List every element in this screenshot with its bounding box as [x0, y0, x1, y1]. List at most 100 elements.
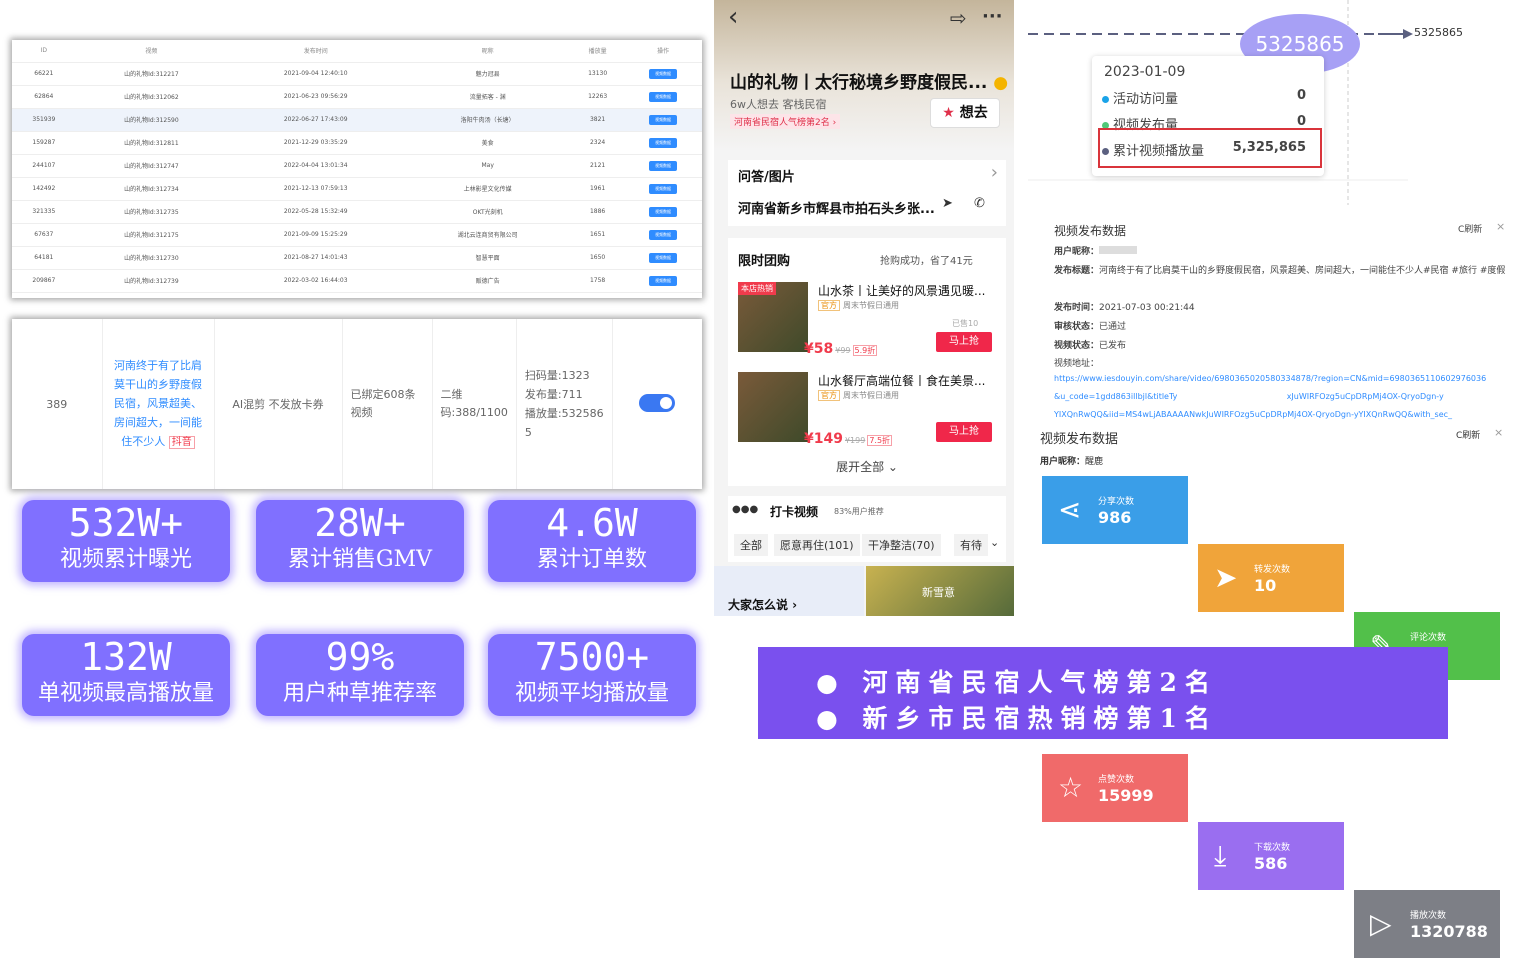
table-cell: OKT光刻机 — [404, 200, 572, 224]
table-cell: 山的礼物Id:312735 — [75, 200, 228, 224]
navigate-icon[interactable]: ➤ — [942, 196, 953, 211]
play-count: 播放量:5325865 — [524, 407, 604, 439]
checkin-title[interactable]: 打卡视频 — [770, 503, 818, 520]
qa-label[interactable]: 问答/图片 — [738, 166, 795, 185]
addr-label: 视频地址： — [1054, 359, 1100, 369]
deal-name: 山水茶丨让美好的风景遇见暖... — [818, 284, 986, 298]
table-cell: 2021-09-09 15:25:29 — [227, 223, 405, 247]
campaign-toggle[interactable] — [639, 393, 676, 412]
filter-tab[interactable]: 全部 — [734, 534, 768, 556]
video-data-button[interactable]: 视频数据 — [649, 252, 678, 263]
video-data-button[interactable]: 视频数据 — [649, 183, 678, 194]
table-cell: 2021-12-13 07:59:13 — [227, 177, 405, 201]
tile-value: 1320788 — [1410, 922, 1488, 941]
banner-line-2: ● 新乡市民宿热销榜第1名 — [816, 704, 1218, 733]
buy-button[interactable]: 马上抢 — [936, 332, 992, 352]
videostate-label: 视频状态： — [1054, 341, 1100, 351]
back-icon[interactable]: ‹ — [728, 2, 738, 32]
deal-item[interactable]: 本店热销 山水茶丨让美好的风景遇见暖... 官方 周末节假日通用 已售10 ¥58 ¥99 5… — [738, 282, 998, 362]
video-url-1[interactable]: https://www.iesdouyin.com/share/video/69… — [1054, 374, 1486, 383]
series-value: 0 — [1296, 114, 1306, 129]
table-row: 64181 山的礼物Id:312730 2021-08-27 14:01:43 智慧平… — [12, 246, 702, 270]
trend-chart: 5325865 5325865 2023-01-09 活动访问量 0 视频发布量 0 累… — [1028, 0, 1508, 205]
video-data-button[interactable]: 视频数据 — [649, 275, 678, 286]
send-icon: ➤ — [1214, 561, 1238, 594]
table-cell: 视频数据 — [624, 200, 702, 224]
review-photo[interactable]: 新雪意 — [866, 566, 1014, 616]
tile-label: 转发次数 — [1254, 565, 1291, 575]
table-row: 62864 山的礼物Id:312062 2021-06-23 09:56:29 流量拓… — [12, 85, 702, 109]
stat-tile: ▷ 播放次数 1320788 — [1354, 890, 1500, 958]
refresh-button[interactable]: C刷新 — [1458, 222, 1482, 235]
others-say[interactable]: 大家怎么说 › — [728, 596, 797, 613]
buy-button[interactable]: 马上抢 — [936, 422, 992, 442]
video-data-button[interactable]: 视频数据 — [649, 206, 678, 217]
video-data-button[interactable]: 视频数据 — [649, 68, 678, 79]
expand-all[interactable]: 展开全部 ⌄ — [728, 458, 1006, 475]
col-video: 视频 — [75, 40, 228, 63]
official-tag: 官方 — [818, 390, 840, 401]
close-icon[interactable]: × — [1496, 220, 1505, 233]
more-icon[interactable]: ··· — [982, 6, 1003, 27]
stat-label: 视频平均播放量 — [514, 681, 669, 706]
deal-note: 周末节假日通用 — [843, 391, 899, 400]
table-cell: 山的礼物Id:312811 — [75, 131, 228, 155]
panel-title: 视频发布数据 — [1054, 224, 1127, 238]
video-stats-panel: 视频发布数据 C刷新 × 用户昵称：醒鹿 ⋖ 分享次数 986 ➤ 转发次数 10 ✎ 评论次… — [1034, 420, 1520, 958]
table-cell: 351939 — [12, 108, 76, 132]
chevron-right-icon[interactable]: › — [991, 162, 998, 183]
video-url-3[interactable]: YIXQnRwQQ&iid=MS4wLjABAAAANwkJuWIRFOzg5u… — [1054, 410, 1452, 419]
video-url-2[interactable]: &u_code=1gdd863illbjl&titleTy xJuWIRFOzg… — [1054, 392, 1444, 401]
tiles-grid: ⋖分享次数986➤转发次数10✎评论次数930☆点赞次数15999⤓下载次数58… — [1034, 420, 1520, 958]
rank-badge[interactable]: 河南省民宿人气榜第2名 › — [730, 114, 841, 129]
video-data-button[interactable]: 视频数据 — [649, 229, 678, 240]
chevron-down-icon[interactable]: ⌄ — [990, 536, 999, 549]
share-icon: ⋖ — [1058, 493, 1082, 526]
tile-label: 播放次数 — [1410, 911, 1447, 921]
table-row: 321335 山的礼物Id:312735 2022-05-28 15:32:49 OK… — [12, 200, 702, 224]
want-button[interactable]: ★ 想去 — [930, 98, 1000, 128]
col-nick: 昵称 — [404, 40, 572, 63]
share-icon[interactable]: ⇨ — [950, 6, 967, 30]
pub-time: 2021-07-03 00:21:44 — [1099, 303, 1195, 313]
sold-count: 已售10 — [952, 319, 979, 328]
filter-tab[interactable]: 愿意再住(101) — [774, 534, 860, 556]
want-label: 想去 — [959, 105, 988, 121]
campaign-metrics: 扫码量:1323 发布量:711 播放量:5325865 — [516, 319, 613, 489]
table-cell: 视频数据 — [624, 154, 702, 178]
table-cell: 视频数据 — [624, 62, 702, 86]
video-data-button[interactable]: 视频数据 — [649, 160, 678, 171]
campaign-title-text: 河南终于有了比肩莫干山的乡野度假民宿，风景超美、房间超大，一间能住不少人 — [114, 359, 202, 448]
hot-tag: 本店热销 — [738, 282, 776, 295]
filter-tab[interactable]: 干净整洁(70) — [862, 534, 941, 556]
tiles-refresh-button[interactable]: C刷新 — [1456, 428, 1480, 441]
deal-orig-price: ¥199 — [844, 436, 866, 445]
video-data-button[interactable]: 视频数据 — [649, 114, 678, 125]
deal-name: 山水餐厅高端位餐丨食在美景... — [818, 374, 986, 388]
col-plays: 播放量 — [571, 40, 625, 63]
poi-title-text: 山的礼物丨太行秘境乡野度假民... — [730, 73, 988, 93]
filter-tab[interactable]: 有待 — [954, 534, 988, 556]
campaign-id: 389 — [12, 319, 103, 489]
deal-item[interactable]: 山水餐厅高端位餐丨食在美景... 官方 周末节假日通用 ¥149 ¥199 7.5折 马上抢 — [738, 372, 998, 452]
campaign-mode: AI混剪 不发放卡券 — [214, 319, 343, 489]
phone-icon[interactable]: ✆ — [974, 196, 985, 211]
video-data-button[interactable]: 视频数据 — [649, 91, 678, 102]
stat-card: 7500+ 视频平均播放量 — [488, 634, 696, 716]
campaign-title[interactable]: 河南终于有了比肩莫干山的乡野度假民宿，风景超美、房间超大，一间能住不少人 抖音 — [102, 319, 215, 489]
table-cell: 142492 — [12, 177, 76, 201]
table-cell: 67637 — [12, 223, 76, 247]
tiles-title: 视频发布数据 — [1040, 432, 1119, 447]
tile-value: 10 — [1254, 576, 1277, 595]
table-cell: 2021-06-23 09:56:29 — [227, 85, 405, 109]
table-cell: 1651 — [571, 223, 625, 247]
table-cell: 64181 — [12, 246, 76, 270]
tiles-close-icon[interactable]: × — [1494, 426, 1503, 439]
end-value-label: 5325865 — [1414, 26, 1463, 39]
tile-label: 下载次数 — [1254, 843, 1291, 853]
address[interactable]: 河南省新乡市辉县市拍石头乡张... — [738, 198, 935, 217]
pubtime-label: 发布时间： — [1054, 303, 1100, 313]
campaign-row-card: 389 河南终于有了比肩莫干山的乡野度假民宿，风景超美、房间超大，一间能住不少人… — [12, 319, 702, 489]
table-cell: 湖北云连商贸有限公司 — [404, 223, 572, 247]
video-data-button[interactable]: 视频数据 — [649, 137, 678, 148]
